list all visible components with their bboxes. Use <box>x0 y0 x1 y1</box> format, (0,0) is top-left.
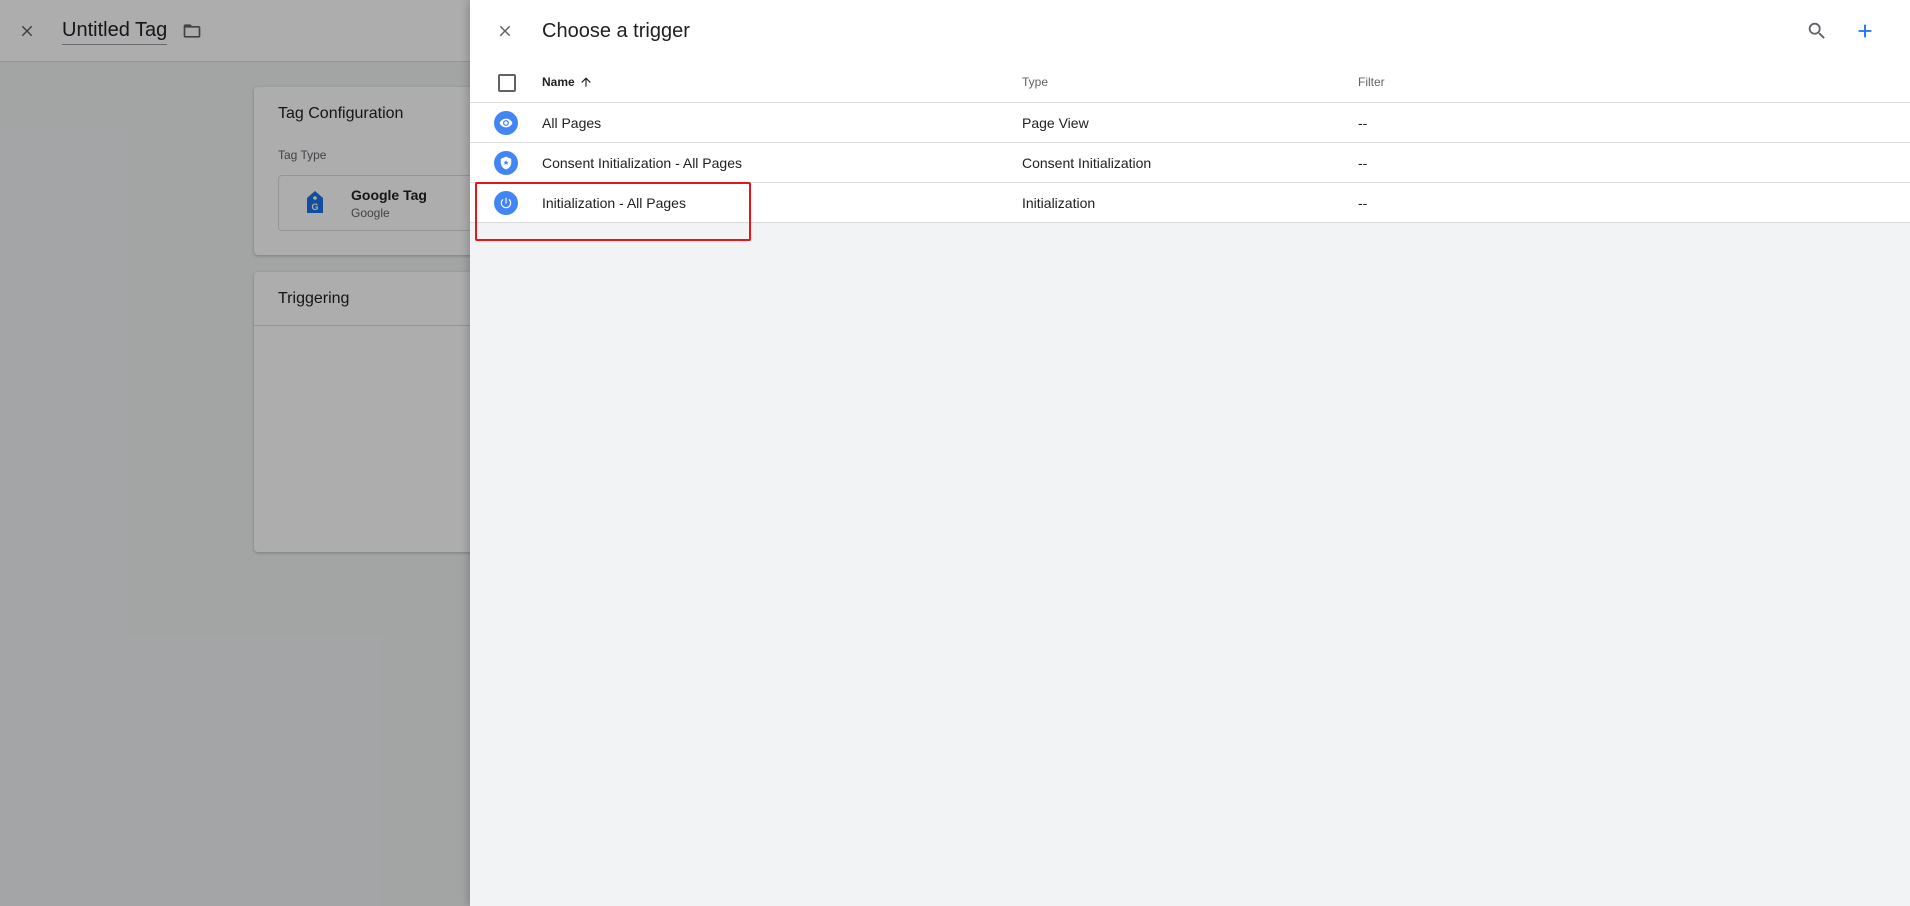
select-all-checkbox[interactable] <box>498 74 516 92</box>
trigger-row-all-pages[interactable]: All Pages Page View -- <box>470 103 1910 143</box>
column-header-filter[interactable]: Filter <box>1358 75 1385 89</box>
search-icon[interactable] <box>1802 16 1832 46</box>
trigger-name: Consent Initialization - All Pages <box>542 155 742 171</box>
modal-scrim[interactable] <box>0 0 470 906</box>
shield-icon <box>494 151 518 175</box>
table-header: Name Type Filter <box>470 62 1910 103</box>
add-icon[interactable] <box>1850 16 1880 46</box>
power-icon <box>494 191 518 215</box>
column-header-label: Name <box>542 75 575 89</box>
column-header-name[interactable]: Name <box>542 75 593 89</box>
trigger-filter: -- <box>1358 155 1368 171</box>
panel-header: Choose a trigger <box>470 0 1910 62</box>
trigger-row-initialization[interactable]: Initialization - All Pages Initializatio… <box>470 183 1910 223</box>
trigger-row-consent-initialization[interactable]: Consent Initialization - All Pages Conse… <box>470 143 1910 183</box>
trigger-filter: -- <box>1358 195 1368 211</box>
trigger-type: Initialization <box>1022 195 1096 211</box>
trigger-name: All Pages <box>542 115 602 131</box>
choose-trigger-panel: Choose a trigger Name Type Filter All Pa… <box>470 0 1910 906</box>
trigger-type: Consent Initialization <box>1022 155 1152 171</box>
trigger-filter: -- <box>1358 115 1368 131</box>
column-header-type[interactable]: Type <box>1022 75 1048 89</box>
trigger-name: Initialization - All Pages <box>542 195 686 211</box>
arrow-up-icon <box>579 75 593 89</box>
close-icon[interactable] <box>490 16 520 46</box>
panel-title: Choose a trigger <box>542 20 690 42</box>
trigger-type: Page View <box>1022 115 1089 131</box>
trigger-table: Name Type Filter All Pages Page View -- … <box>470 62 1910 223</box>
eye-icon <box>494 111 518 135</box>
